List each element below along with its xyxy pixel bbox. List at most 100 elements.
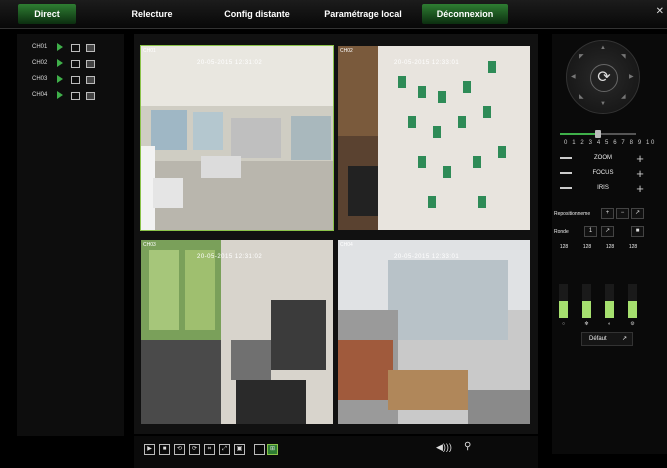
brightness-fill [559, 301, 568, 318]
record-icon[interactable] [71, 60, 80, 68]
stop-all-icon[interactable]: ■ [159, 444, 170, 455]
ptz-up-left-icon[interactable]: ◤ [579, 53, 584, 60]
camera-view-ch01[interactable]: CH01 20-05-2015 12:31:02 [140, 45, 334, 231]
previous-page-icon[interactable]: ⟲ [174, 444, 185, 455]
ptz-up-right-icon[interactable]: ◥ [621, 53, 626, 60]
snapshot-all-icon[interactable]: ▣ [234, 444, 245, 455]
brightness-slider[interactable] [559, 284, 568, 318]
contrast-value: 128 [582, 244, 592, 250]
zoom-in-button[interactable]: + [634, 152, 646, 166]
camera-label: CH04 [340, 242, 353, 248]
speed-slider-knob[interactable] [595, 130, 601, 138]
speed-slider-fill [560, 133, 598, 135]
fullscreen-icon[interactable]: ⤢ [219, 444, 230, 455]
layout-1-icon[interactable] [254, 444, 265, 455]
camera-image [141, 46, 333, 230]
channel-row[interactable]: CH03 [17, 74, 124, 86]
camera-timestamp: 20-05-2015 12:33:01 [394, 254, 460, 260]
record-icon[interactable] [71, 44, 80, 52]
play-icon[interactable] [57, 43, 63, 51]
tab-direct[interactable]: Direct [18, 4, 76, 24]
camera-timestamp: 20-05-2015 12:33:01 [394, 60, 460, 66]
channel-label: CH03 [32, 76, 48, 82]
camera-timestamp: 20-05-2015 12:31:02 [197, 254, 263, 260]
iris-plus-button[interactable]: + [634, 182, 646, 196]
ptz-auto-scan-icon[interactable]: ⟳ [590, 64, 618, 92]
camera-view-ch04[interactable]: CH04 20-05-2015 12:33:01 [338, 240, 530, 424]
camera-label: CH02 [340, 48, 353, 54]
tab-relecture[interactable]: Relecture [118, 4, 186, 24]
saturation-slider[interactable] [605, 284, 614, 318]
fit-screen-icon[interactable]: ⌗ [204, 444, 215, 455]
contrast-fill [582, 301, 591, 318]
ptz-speed-slider[interactable] [560, 130, 636, 138]
speed-scale: 0 1 2 3 4 5 6 7 8 9 10 [564, 140, 656, 146]
layout-4-icon[interactable]: ⊞ [267, 444, 278, 455]
reposition-remove-button[interactable]: − [616, 208, 629, 219]
hue-icon: ⚙ [630, 321, 635, 327]
channel-row[interactable]: CH01 [17, 42, 124, 54]
camera-timestamp: 20-05-2015 12:31:02 [197, 60, 263, 66]
focus-plus-button[interactable]: + [634, 167, 646, 181]
channel-label: CH02 [32, 60, 48, 66]
snapshot-icon[interactable] [86, 76, 95, 84]
tab-config-distante[interactable]: Config distante [212, 4, 302, 24]
record-icon[interactable] [71, 76, 80, 84]
bottom-toolbar: ▶ ■ ⟲ ⟳ ⌗ ⤢ ▣ ⊞ ◀))) ⚲ [134, 436, 538, 468]
camera-image [141, 240, 333, 424]
volume-icon[interactable]: ◀))) [436, 442, 452, 453]
ptz-down-left-icon[interactable]: ◣ [579, 93, 584, 100]
saturation-fill [605, 301, 614, 318]
camera-label: CH03 [143, 242, 156, 248]
play-icon[interactable] [57, 91, 63, 99]
tab-deconnexion[interactable]: Déconnexion [422, 4, 508, 24]
channel-row[interactable]: CH04 [17, 90, 124, 102]
default-label: Défaut [589, 336, 607, 342]
next-page-icon[interactable]: ⟳ [189, 444, 200, 455]
ronde-select[interactable]: 1 [584, 226, 597, 237]
reposition-go-icon[interactable]: ↗ [631, 208, 644, 219]
hue-slider[interactable] [628, 284, 637, 318]
default-apply-icon: ↗ [621, 336, 627, 342]
ptz-up-icon[interactable]: ▲ [600, 45, 606, 51]
brightness-icon: ○ [561, 321, 566, 327]
focus-control: FOCUS + [560, 167, 646, 181]
play-icon[interactable] [57, 59, 63, 67]
snapshot-icon[interactable] [86, 60, 95, 68]
default-button[interactable]: Défaut ↗ [581, 332, 633, 346]
close-icon[interactable]: ✕ [656, 6, 664, 17]
channel-label: CH01 [32, 44, 48, 50]
saturation-value: 128 [605, 244, 615, 250]
channel-row[interactable]: CH02 [17, 58, 124, 70]
reposition-add-button[interactable]: + [601, 208, 614, 219]
ptz-left-icon[interactable]: ◀ [571, 73, 576, 80]
ptz-right-icon[interactable]: ▶ [629, 73, 634, 80]
ptz-joystick[interactable]: ▲ ▼ ◀ ▶ ◤ ◥ ◣ ◢ ⟳ [566, 40, 640, 114]
zoom-control: ZOOM + [560, 152, 646, 166]
play-all-icon[interactable]: ▶ [144, 444, 155, 455]
ptz-down-right-icon[interactable]: ◢ [621, 93, 626, 100]
tab-parametrage-local[interactable]: Paramétrage local [310, 4, 416, 24]
camera-image [338, 240, 530, 424]
record-icon[interactable] [71, 92, 80, 100]
camera-label: CH01 [143, 48, 156, 54]
play-icon[interactable] [57, 75, 63, 83]
camera-image [338, 46, 530, 230]
search-icon[interactable]: ⚲ [464, 441, 471, 452]
ronde-stop-icon[interactable]: ■ [631, 226, 644, 237]
channel-list: CH01 CH02 CH03 CH04 [17, 34, 124, 436]
ronde-start-icon[interactable]: ↗ [601, 226, 614, 237]
snapshot-icon[interactable] [86, 92, 95, 100]
channel-label: CH04 [32, 92, 48, 98]
hue-value: 128 [628, 244, 638, 250]
snapshot-icon[interactable] [86, 44, 95, 52]
camera-view-ch03[interactable]: CH03 20-05-2015 12:31:02 [141, 240, 333, 424]
ptz-down-icon[interactable]: ▼ [600, 101, 606, 107]
saturation-icon: ◐ [607, 321, 612, 327]
contrast-icon: ✻ [584, 321, 589, 327]
reposition-label: Repositionneme [554, 211, 591, 217]
top-nav-bar: Direct Relecture Config distante Paramét… [0, 0, 667, 29]
camera-view-ch02[interactable]: CH02 20-05-2015 12:33:01 [338, 46, 530, 230]
contrast-slider[interactable] [582, 284, 591, 318]
ptz-panel: ▲ ▼ ◀ ▶ ◤ ◥ ◣ ◢ ⟳ 0 1 2 3 4 5 6 7 8 9 10… [552, 34, 667, 454]
